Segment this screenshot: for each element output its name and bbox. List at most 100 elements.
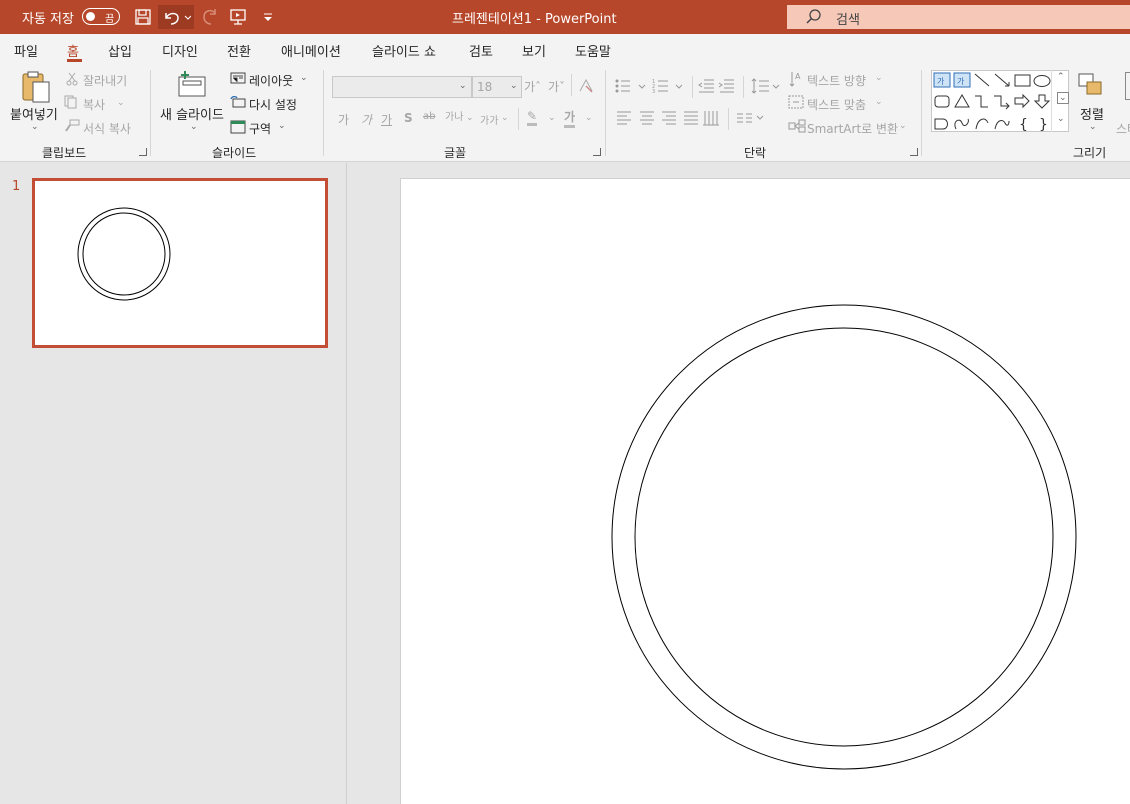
highlight-icon[interactable]: ✎ — [527, 109, 538, 126]
tab-home[interactable]: 홈 — [67, 41, 79, 60]
scroll-up-icon[interactable]: ⌃ — [1057, 72, 1065, 82]
arrange-dropdown-icon[interactable]: ⌄ — [1089, 122, 1097, 132]
divider — [692, 76, 693, 98]
chevron-down-icon[interactable]: ⌄ — [466, 113, 474, 123]
cut-icon[interactable] — [66, 72, 78, 89]
align-text-button[interactable]: 텍스트 맞춤 — [807, 96, 866, 113]
paragraph-group-label: 단락 — [744, 146, 767, 160]
gallery-more-icon[interactable]: ⌄ — [1057, 114, 1065, 124]
tab-design[interactable]: 디자인 — [162, 41, 198, 60]
align-text-icon[interactable] — [788, 95, 804, 112]
tab-insert[interactable]: 삽입 — [108, 41, 132, 60]
svg-text:}: } — [1039, 117, 1048, 133]
numbering-icon[interactable]: 123 — [652, 78, 686, 97]
clipboard-launcher-icon[interactable] — [139, 148, 147, 156]
line-spacing-icon[interactable] — [751, 77, 783, 98]
underline-button[interactable]: 가 — [381, 111, 392, 128]
gallery-scroll[interactable]: ⌃ ⌄ ⌄ — [1051, 70, 1069, 132]
font-group-label: 글꼴 — [444, 146, 467, 160]
shapes-gallery[interactable]: 가 가 { } — [931, 70, 1069, 133]
scroll-down-icon[interactable]: ⌄ — [1057, 92, 1069, 104]
slide-editor — [348, 163, 1130, 804]
inner-circle-shape[interactable] — [634, 327, 1054, 747]
paste-dropdown-icon[interactable]: ⌄ — [31, 122, 39, 132]
grow-font-button[interactable]: 가ˆ — [524, 78, 541, 95]
chevron-down-icon[interactable]: ⌄ — [899, 121, 907, 131]
paragraph-launcher-icon[interactable] — [910, 148, 918, 156]
copy-icon[interactable] — [64, 95, 78, 112]
align-left-icon[interactable] — [616, 110, 722, 129]
tab-help[interactable]: 도움말 — [575, 41, 611, 60]
undo-icon[interactable] — [158, 5, 194, 29]
tab-file[interactable]: 파일 — [14, 41, 38, 60]
bullets-icon[interactable] — [614, 78, 648, 97]
section-dropdown-icon[interactable]: ⌄ — [278, 121, 286, 131]
columns-icon[interactable] — [736, 112, 766, 127]
text-direction-icon[interactable]: A — [789, 70, 805, 91]
start-slideshow-icon[interactable] — [226, 5, 250, 29]
search-box[interactable]: 검색 — [787, 5, 1130, 29]
quick-styles-label[interactable]: 스타 — [1116, 120, 1130, 137]
text-shadow-button[interactable]: S — [404, 111, 413, 125]
tab-review[interactable]: 검토 — [469, 41, 493, 60]
paste-button[interactable]: 붙여넣기 — [10, 104, 58, 123]
tab-slideshow[interactable]: 슬라이드 쇼 — [372, 41, 436, 60]
paste-icon[interactable] — [20, 70, 52, 107]
clipboard-group-label: 클립보드 — [42, 146, 87, 160]
tab-animations[interactable]: 애니메이션 — [281, 41, 341, 60]
save-icon[interactable] — [131, 5, 155, 29]
format-painter-button[interactable]: 서식 복사 — [83, 120, 131, 137]
customize-qat-icon[interactable] — [256, 5, 280, 29]
new-slide-icon[interactable] — [176, 71, 208, 102]
reset-button[interactable]: 다시 설정 — [249, 96, 297, 113]
smartart-icon[interactable] — [788, 119, 806, 136]
chevron-down-icon[interactable]: ⌄ — [548, 113, 556, 123]
quick-styles-icon[interactable] — [1125, 72, 1130, 100]
font-color-button[interactable]: 가 — [564, 108, 576, 128]
tab-transitions[interactable]: 전환 — [227, 41, 251, 60]
font-size-dropdown[interactable]: 18 ⌄ — [472, 76, 522, 98]
italic-button[interactable]: 가 — [361, 111, 372, 128]
convert-to-smartart-button[interactable]: SmartArt로 변환 — [807, 120, 898, 137]
text-direction-button[interactable]: 텍스트 방향 — [807, 72, 866, 89]
autosave-toggle[interactable]: 끔 — [82, 8, 120, 25]
cut-button[interactable]: 잘라내기 — [83, 72, 127, 89]
chevron-down-icon[interactable]: ⌄ — [585, 113, 593, 123]
strikethrough-button[interactable]: ab — [423, 111, 435, 122]
section-button[interactable]: 구역 — [249, 120, 271, 137]
new-slide-dropdown-icon[interactable]: ⌄ — [190, 122, 198, 132]
character-spacing-button[interactable]: 가나 — [445, 108, 463, 123]
arrange-button[interactable]: 정렬 — [1080, 104, 1104, 123]
copy-button[interactable]: 복사 — [83, 96, 105, 113]
shrink-font-button[interactable]: 가ˇ — [548, 78, 565, 95]
font-name-dropdown[interactable]: ⌄ — [332, 76, 472, 98]
svg-text:3: 3 — [652, 89, 655, 94]
chevron-down-icon[interactable]: ⌄ — [501, 113, 509, 123]
layout-dropdown-icon[interactable]: ⌄ — [300, 73, 308, 83]
search-icon — [805, 8, 823, 29]
decrease-indent-icon[interactable] — [698, 78, 738, 97]
redo-icon[interactable] — [198, 5, 222, 29]
outer-circle-shape[interactable] — [611, 304, 1077, 770]
reset-icon[interactable] — [230, 95, 246, 111]
chevron-down-icon[interactable]: ⌄ — [875, 97, 883, 107]
slide-thumbnail[interactable] — [32, 178, 328, 348]
clear-formatting-icon[interactable] — [577, 77, 595, 98]
change-case-button[interactable]: 가가 — [480, 112, 498, 127]
bold-button[interactable]: 가 — [338, 111, 349, 128]
font-launcher-icon[interactable] — [593, 148, 601, 156]
layout-icon[interactable] — [230, 72, 246, 87]
group-divider — [605, 70, 606, 156]
svg-text:가: 가 — [957, 77, 965, 86]
autosave-state: 끔 — [105, 14, 115, 25]
new-slide-button[interactable]: 새 슬라이드 — [160, 104, 224, 123]
section-icon[interactable] — [230, 120, 246, 137]
toggle-knob — [86, 12, 95, 21]
tab-view[interactable]: 보기 — [522, 41, 546, 60]
slide-canvas[interactable] — [400, 178, 1130, 804]
layout-button[interactable]: 레이아웃 — [249, 72, 293, 89]
format-painter-icon[interactable] — [64, 119, 80, 136]
chevron-down-icon[interactable]: ⌄ — [875, 73, 883, 83]
arrange-icon[interactable] — [1077, 72, 1107, 103]
copy-dropdown-icon[interactable]: ⌄ — [117, 98, 125, 108]
